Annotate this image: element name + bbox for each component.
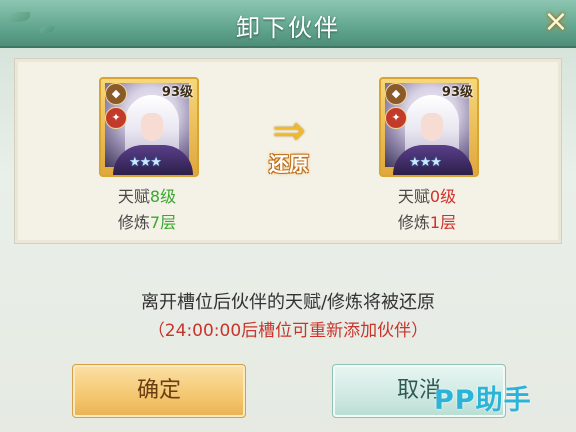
restore-label: 还原 xyxy=(269,152,309,176)
element-icon: ✦ xyxy=(385,107,407,129)
warning-message: 离开槽位后伙伴的天赋/修炼将被还原 xyxy=(140,292,436,313)
cooldown-message: （24:00:00后槽位可重新添加伙伴） xyxy=(147,321,429,341)
talent-before: 天赋8级 xyxy=(117,187,177,206)
close-icon[interactable]: × xyxy=(540,6,572,38)
element-icon: ✦ xyxy=(105,107,127,129)
talent-after: 天赋0级 xyxy=(397,187,457,206)
star-rating: ★★★ xyxy=(409,155,442,170)
star-rating: ★★★ xyxy=(129,155,162,170)
title-bar: 卸下伙伴 × xyxy=(0,0,576,48)
partner-card-after: ◆ ✦ 93级 ★★★ xyxy=(379,77,479,177)
arrow-right-icon: ⇒ xyxy=(272,108,306,154)
training-before: 修炼7层 xyxy=(117,213,177,232)
class-icon: ◆ xyxy=(105,83,127,105)
class-icon: ◆ xyxy=(385,83,407,105)
partner-level: 93级 xyxy=(161,85,193,100)
partner-card-before: ◆ ✦ 93级 ★★★ xyxy=(99,77,199,177)
watermark-logo: PP助手 xyxy=(434,385,532,416)
training-after: 修炼1层 xyxy=(397,213,457,232)
confirm-button[interactable]: 确定 xyxy=(72,364,246,418)
dialog-title: 卸下伙伴 xyxy=(236,14,340,42)
partner-level: 93级 xyxy=(441,85,473,100)
